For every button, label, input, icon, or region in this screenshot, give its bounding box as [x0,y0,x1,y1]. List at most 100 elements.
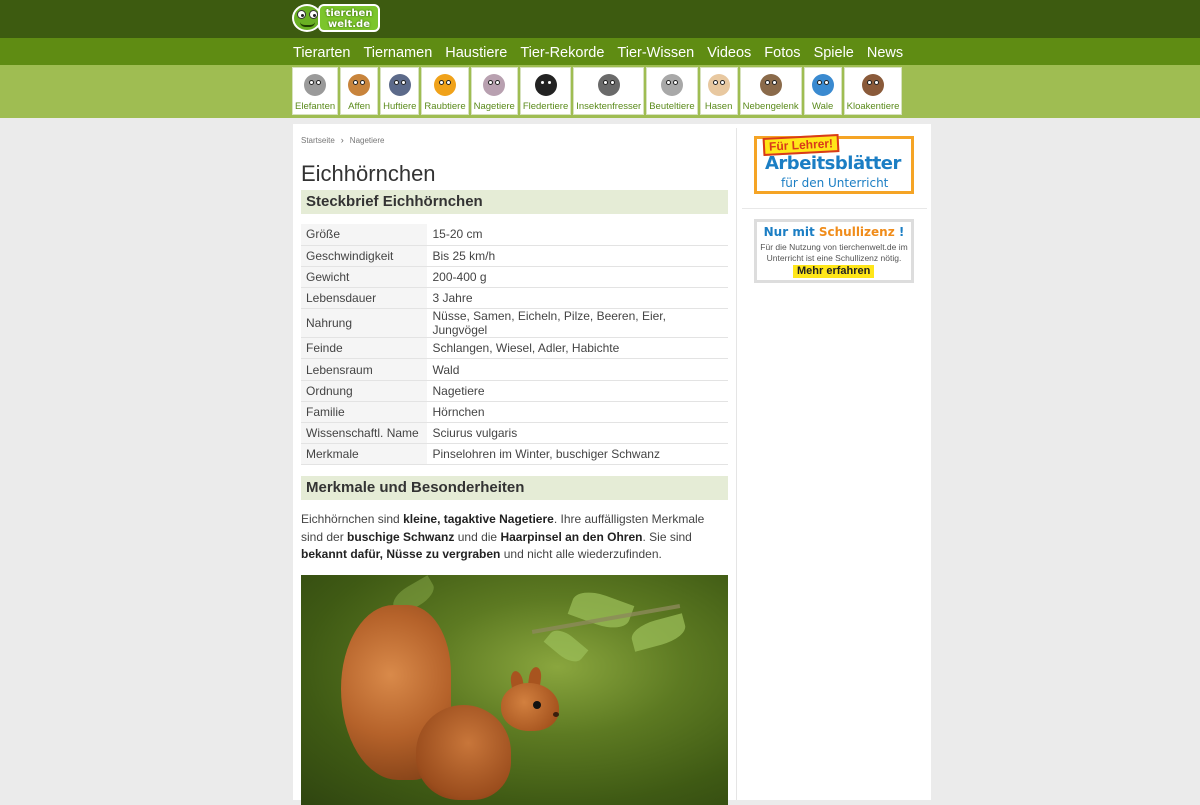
profile-heading: Steckbrief Eichhörnchen [301,190,728,214]
row-key: Lebensraum [301,358,428,381]
rodent-icon [478,70,510,100]
features-heading: Merkmale und Besonderheiten [301,476,728,501]
row-key: Merkmale [301,443,428,466]
whale-icon [807,70,839,100]
license-heading: Nur mit Schullizenz ! [757,225,911,239]
row-value: Pinselohren im Winter, buschiger Schwanz [427,443,728,466]
row-value: Sciurus vulgaris [427,422,728,445]
features-paragraph: Eichhörnchen sind kleine, tagaktive Nage… [301,511,728,564]
row-value: Bis 25 km/h [427,245,728,267]
category-beuteltiere[interactable]: Beuteltiere [646,67,698,115]
hoofed-animal-icon [384,70,416,100]
category-label: Nagetiere [473,101,515,112]
lion-icon [429,70,461,100]
logo-text-line2: welt.de [328,19,370,30]
main-nav-list: Tierarten Tiernamen Haustiere Tier-Rekorde T… [293,44,916,62]
breadcrumb: Startseite › Nagetiere [301,134,728,146]
row-key: Nahrung [301,308,428,339]
category-label: Insektenfresser [576,101,642,112]
category-insektenfresser[interactable]: Insektenfresser [573,67,645,115]
animal-category-nav: Elefanten Affen Huftiere Raubtiere Nagetiere… [0,65,1200,118]
category-fledertiere[interactable]: Fledertiere [519,67,572,115]
row-value: Nagetiere [427,380,728,402]
category-items: Elefanten Affen Huftiere Raubtiere Nagetiere… [292,67,904,115]
category-label: Hasen [704,101,733,112]
chevron-right-icon: › [340,135,344,145]
text-segment: . Sie sind [642,529,692,544]
category-elefanten[interactable]: Elefanten [292,67,339,115]
row-key: Wissenschaftl. Name [301,422,428,445]
category-wale[interactable]: Wale [803,67,842,115]
nav-item-spiele[interactable]: Spiele [814,44,854,62]
category-label: Elefanten [295,101,336,112]
school-license-banner[interactable]: Nur mit Schullizenz ! Für die Nutzung vo… [754,219,914,283]
elephant-icon [299,70,331,100]
teacher-worksheets-banner[interactable]: Für Lehrer! Arbeitsblätter für den Unter… [754,134,914,194]
rabbit-icon [703,70,735,100]
worksheets-subtitle: für den Unterricht [781,176,889,190]
table-row: Ordnung Nagetiere [301,380,728,402]
row-key: Lebensdauer [301,287,428,310]
table-row: Lebensdauer 3 Jahre [301,287,728,310]
row-value: Hörnchen [427,401,728,424]
table-row: Größe 15-20 cm [301,224,728,246]
category-affen[interactable]: Affen [340,67,379,115]
breadcrumb-current-link[interactable]: Nagetiere [350,136,385,145]
row-value: 3 Jahre [427,287,728,310]
category-hasen[interactable]: Hasen [699,67,738,115]
sidebar-divider [736,128,737,800]
breadcrumb-home-link[interactable]: Startseite [301,136,335,145]
table-row: Geschwindigkeit Bis 25 km/h [301,245,728,267]
sidebar-separator [742,208,927,209]
nav-item-haustiere[interactable]: Haustiere [445,44,507,62]
category-label: Fledertiere [522,101,569,112]
bold-segment: Haarpinsel an den Ohren [500,529,643,544]
bold-segment: kleine, tagaktive Nagetiere [403,512,554,527]
row-key: Ordnung [301,380,428,402]
nav-item-tier-wissen[interactable]: Tier-Wissen [617,44,694,62]
text-segment: und die [454,529,501,544]
category-kloakentiere[interactable]: Kloakentiere [843,67,903,115]
category-label: Raubtiere [424,101,466,112]
table-row: Merkmale Pinselohren im Winter, buschiger… [301,443,728,466]
category-nebengelenk[interactable]: Nebengelenk [739,67,802,115]
category-huftiere[interactable]: Huftiere [380,67,420,115]
row-key: Familie [301,401,428,424]
row-key: Größe [301,224,428,246]
table-row: Feinde Schlangen, Wiesel, Adler, Habichte [301,337,728,360]
text-segment: Eichhörnchen sind [301,512,404,527]
category-raubtiere[interactable]: Raubtiere [421,67,469,115]
top-header: tierchen welt.de [0,0,1200,38]
category-label: Beuteltiere [649,101,695,112]
main-content: Startseite › Nagetiere Eichhörnchen Stec… [301,124,728,805]
nav-item-news[interactable]: News [867,44,903,62]
category-label: Huftiere [383,101,417,112]
squirrel-photo[interactable] [301,574,728,805]
table-row: Gewicht 200-400 g [301,266,728,289]
table-row: Lebensraum Wald [301,358,728,381]
table-row: Familie Hörnchen [301,401,728,424]
category-label: Wale [811,101,834,112]
profile-table: Größe 15-20 cm Geschwindigkeit Bis 25 km/h G… [301,224,728,466]
table-row: Wissenschaftl. Name Sciurus vulgaris [301,422,728,445]
nav-item-videos[interactable]: Videos [707,44,751,62]
worksheets-title: Arbeitsblätter [765,153,901,174]
license-heading-part: Nur mit [763,225,819,239]
category-nagetiere[interactable]: Nagetiere [470,67,518,115]
sloth-icon [755,70,787,100]
row-key: Feinde [301,337,428,360]
mole-icon [593,70,625,100]
nav-item-tierarten[interactable]: Tierarten [293,44,350,62]
logo-wordmark: tierchen welt.de [318,4,380,32]
learn-more-button[interactable]: Mehr erfahren [793,265,875,278]
koala-icon [656,70,688,100]
nav-item-fotos[interactable]: Fotos [764,44,800,62]
nav-item-tier-rekorde[interactable]: Tier-Rekorde [520,44,604,62]
nav-item-tiernamen[interactable]: Tiernamen [363,44,432,62]
table-row: Nahrung Nüsse, Samen, Eicheln, Pilze, Bee… [301,308,728,339]
category-label: Kloakentiere [846,101,900,112]
bold-segment: buschige Schwanz [347,529,455,544]
row-key: Geschwindigkeit [301,245,428,267]
row-value: Nüsse, Samen, Eicheln, Pilze, Beeren, Ei… [427,308,728,339]
site-logo[interactable]: tierchen welt.de [292,2,380,34]
